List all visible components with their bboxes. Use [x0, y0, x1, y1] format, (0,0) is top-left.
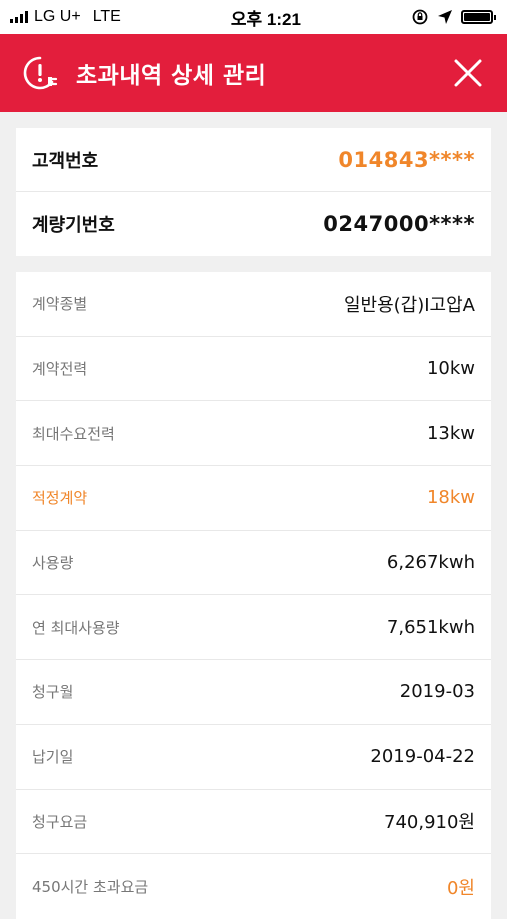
- contract-type-row: 계약종별 일반용(갑)I고압A: [16, 272, 491, 337]
- charge-row: 청구요금 740,910원: [16, 790, 491, 855]
- contract-power-value: 10kw: [426, 358, 475, 380]
- due-date-value: 2019-04-22: [370, 746, 475, 768]
- contract-type-label: 계약종별: [32, 295, 88, 314]
- close-icon[interactable]: [451, 56, 485, 90]
- page-title: 초과내역 상세 관리: [76, 63, 267, 89]
- usage-row: 사용량 6,267kwh: [16, 531, 491, 596]
- alert-plug-icon: [23, 56, 58, 90]
- status-left: LG U+ LTE: [10, 8, 121, 26]
- clock: 오후 1:21: [230, 9, 301, 29]
- due-date-row: 납기일 2019-04-22: [16, 725, 491, 790]
- contract-power-row: 계약전력 10kw: [16, 337, 491, 402]
- signal-strength-icon: [10, 11, 28, 23]
- billing-month-value: 2019-03: [399, 681, 475, 703]
- billing-month-row: 청구월 2019-03: [16, 660, 491, 725]
- annual-max-usage-row: 연 최대사용량 7,651kwh: [16, 595, 491, 661]
- contract-type-value: 일반용(갑)I고압A: [343, 294, 475, 316]
- optimal-contract-value: 18kw: [426, 487, 475, 509]
- optimal-contract-label: 적정계약: [32, 489, 88, 508]
- status-right: [411, 8, 496, 26]
- max-demand-label: 최대수요전력: [32, 424, 115, 443]
- overtime-charge-row: 450시간 초과요금 0원: [16, 854, 491, 919]
- detail-card: 계약종별 일반용(갑)I고압A 계약전력 10kw 최대수요전력 13kw 적정…: [16, 272, 491, 919]
- overtime-charge-value: 0원: [446, 877, 475, 899]
- optimal-contract-row: 적정계약 18kw: [16, 466, 491, 531]
- max-demand-row: 최대수요전력 13kw: [16, 401, 491, 467]
- battery-icon: [461, 10, 496, 24]
- location-arrow-icon: [438, 10, 452, 24]
- charge-label: 청구요금: [32, 812, 88, 831]
- meter-number-row: 계량기번호 0247000****: [16, 192, 491, 256]
- customer-number-value: 014843****: [338, 147, 475, 172]
- meter-number-value: 0247000****: [323, 212, 475, 236]
- meter-number-label: 계량기번호: [32, 215, 115, 236]
- carrier-name: LG U+: [34, 8, 81, 25]
- annual-max-usage-value: 7,651kwh: [386, 616, 475, 638]
- due-date-label: 납기일: [32, 748, 74, 767]
- contract-power-label: 계약전력: [32, 360, 88, 379]
- customer-number-row: 고객번호 014843****: [16, 128, 491, 192]
- billing-month-label: 청구월: [32, 683, 74, 702]
- overtime-charge-label: 450시간 초과요금: [32, 878, 149, 897]
- rotation-lock-icon: [412, 9, 428, 25]
- status-bar: LG U+ LTE 오후 1:21: [0, 0, 507, 34]
- usage-value: 6,267kwh: [386, 552, 475, 574]
- max-demand-value: 13kw: [426, 422, 475, 444]
- network-type: LTE: [92, 8, 121, 25]
- usage-label: 사용량: [32, 554, 74, 573]
- header-bar: 초과내역 상세 관리: [0, 34, 507, 112]
- id-card: 고객번호 014843**** 계량기번호 0247000****: [16, 128, 491, 256]
- annual-max-usage-label: 연 최대사용량: [32, 618, 120, 637]
- charge-value: 740,910원: [384, 812, 475, 834]
- customer-number-label: 고객번호: [32, 150, 99, 172]
